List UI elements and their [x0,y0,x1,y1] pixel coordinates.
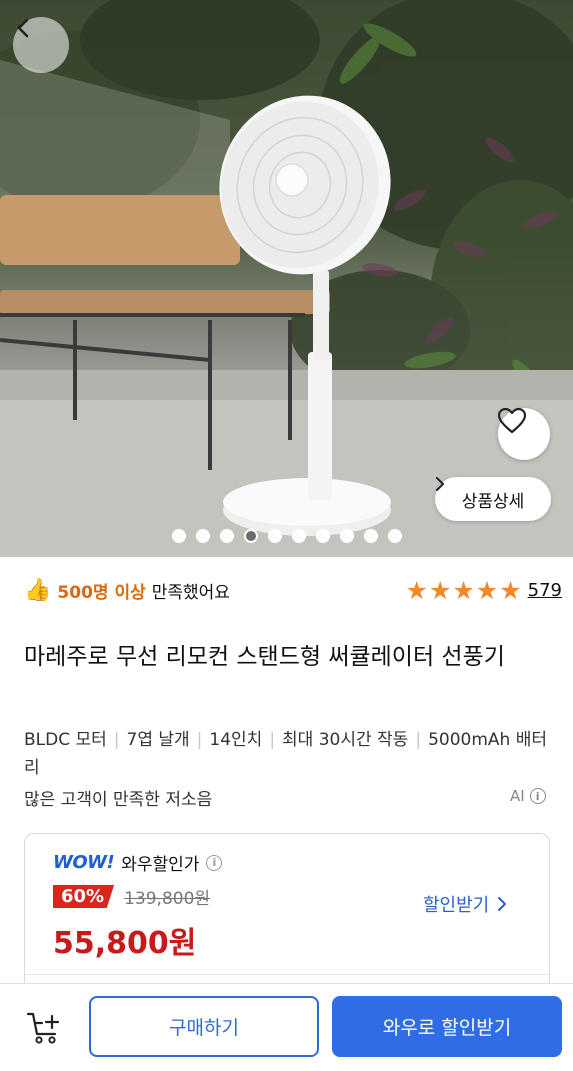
gallery-dot[interactable] [171,529,186,543]
add-to-cart-button[interactable] [22,1006,66,1050]
bottom-action-bar: 구매하기 와우로 할인받기 [0,983,573,1071]
star-rating[interactable]: ★ ★ ★ ★ ★ [406,578,522,603]
info-icon[interactable]: i [206,854,223,871]
rating-row: 👍 500명 이상 만족했어요 ★ ★ ★ ★ ★ 579 [24,574,562,606]
ai-summary-tag[interactable]: AI i [510,787,546,805]
chevron-right-icon [498,897,507,911]
sale-price: 55,800원 [53,926,197,961]
wow-discount-buy-button[interactable]: 와우로 할인받기 [332,996,562,1057]
heart-outline-icon [498,408,526,434]
product-photo [0,0,573,557]
gallery-dot[interactable] [267,529,282,543]
feature-item: 14인치 [209,730,263,750]
product-features: BLDC 모터 | 7엽 날개 | 14인치 | 최대 30시간 작동 | 5000mAh 배터… [24,726,554,782]
gallery-dot[interactable] [195,529,210,543]
buy-now-button[interactable]: 구매하기 [89,996,319,1057]
ai-label: AI [510,787,525,805]
wishlist-button[interactable] [498,408,550,460]
original-price: 139,800원 [124,889,211,909]
feature-item: BLDC 모터 [24,730,107,750]
star-icon: ★ [405,575,428,605]
discount-row: 60% 139,800원 [53,884,210,909]
thumbs-up-icon: 👍 [24,577,52,603]
gallery-dot[interactable] [315,529,330,543]
wow-price-label: 와우할인가 [121,855,200,875]
satisfaction-text: 만족했어요 [151,582,230,603]
gallery-pagination[interactable] [0,529,573,543]
product-detail-button[interactable]: 상품상세 [435,477,551,521]
star-icon: ★ [452,575,475,605]
get-discount-link[interactable]: 할인받기 [423,891,507,917]
review-summary: 많은 고객이 만족한 저소음 [24,790,213,810]
gallery-dot[interactable] [243,529,258,543]
star-icon: ★ [428,575,452,605]
star-icon: ★ [475,575,499,605]
product-detail-label: 상품상세 [461,491,525,512]
product-title: 마레주로 무선 리모컨 스탠드형 써큘레이터 선풍기 [24,644,505,670]
gallery-dot[interactable] [339,529,354,543]
wow-price-header: WOW! 와우할인가 i [53,850,223,875]
gallery-dot[interactable] [363,529,378,543]
cart-add-icon [26,1012,60,1044]
wow-logo: WOW! [53,852,115,873]
review-count-link[interactable]: 579 [528,580,562,601]
feature-item: 7엽 날개 [126,730,190,750]
gallery-dot[interactable] [291,529,306,543]
gallery-dot[interactable] [387,529,402,543]
product-image[interactable]: 상품상세 [0,0,573,557]
feature-separator: | [269,730,276,750]
feature-separator: | [113,730,120,750]
chevron-left-icon [17,18,29,38]
satisfaction-count: 500명 이상 [57,582,146,603]
get-discount-label: 할인받기 [423,895,490,916]
feature-separator: | [415,730,422,750]
info-icon: i [529,788,546,804]
gallery-dot[interactable] [219,529,234,543]
divider [25,974,549,975]
chevron-right-icon [436,477,444,491]
star-icon: ★ [499,575,522,605]
feature-item: 최대 30시간 작동 [282,730,409,750]
feature-separator: | [196,730,203,750]
discount-badge: 60% [53,885,115,908]
back-button[interactable] [13,17,69,73]
